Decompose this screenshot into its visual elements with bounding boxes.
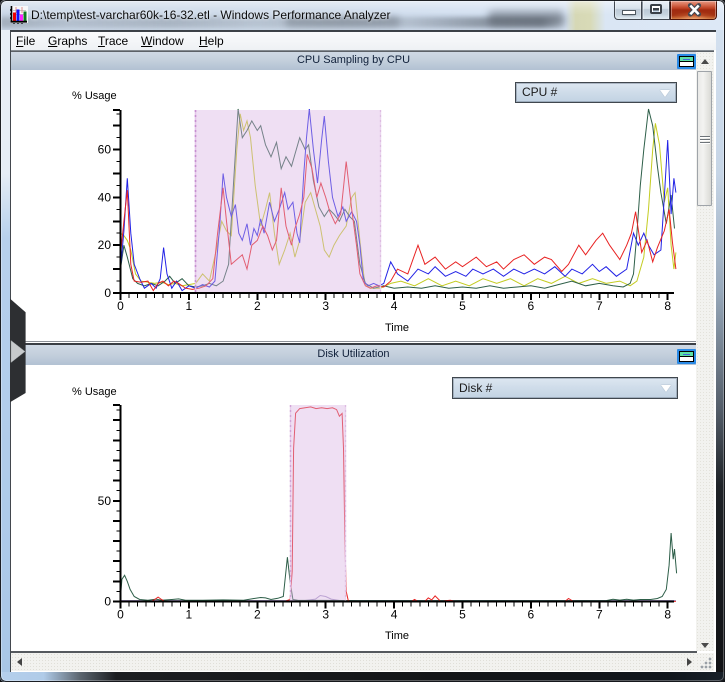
svg-text:0: 0 [117,299,124,313]
svg-text:4: 4 [391,608,398,622]
svg-text:Time: Time [385,630,409,642]
svg-text:1: 1 [186,299,193,313]
svg-text:7: 7 [596,608,603,622]
svg-text:3: 3 [322,608,329,622]
svg-text:5: 5 [459,299,466,313]
svg-text:4: 4 [391,299,398,313]
svg-text:7: 7 [596,299,603,313]
svg-text:2: 2 [254,299,261,313]
svg-text:% Usage: % Usage [72,90,117,102]
svg-text:8: 8 [664,299,671,313]
svg-text:40: 40 [98,190,112,204]
svg-text:3: 3 [322,299,329,313]
svg-text:Time: Time [385,322,409,334]
svg-text:8: 8 [664,608,671,622]
svg-text:1: 1 [186,608,193,622]
svg-text:0: 0 [117,608,124,622]
svg-text:5: 5 [459,608,466,622]
svg-text:60: 60 [98,143,112,157]
svg-text:6: 6 [528,608,535,622]
svg-text:50: 50 [98,494,112,508]
svg-text:% Usage: % Usage [72,386,117,398]
svg-text:6: 6 [528,299,535,313]
svg-text:20: 20 [98,238,112,252]
svg-text:2: 2 [254,608,261,622]
svg-text:0: 0 [104,595,111,609]
svg-text:0: 0 [104,286,111,300]
